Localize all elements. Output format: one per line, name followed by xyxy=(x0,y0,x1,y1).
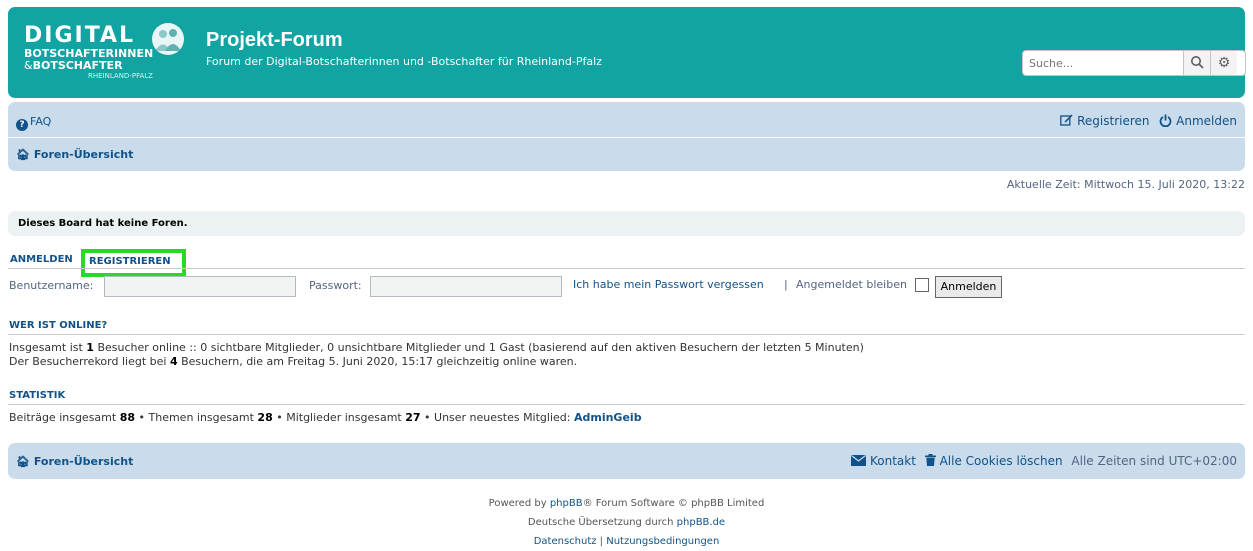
power-icon xyxy=(1159,114,1172,128)
separator: | xyxy=(784,278,788,291)
register-link[interactable]: Registrieren xyxy=(1060,114,1153,128)
site-description: Forum der Digital-Botschafterinnen und -… xyxy=(206,55,602,68)
password-label: Passwort: xyxy=(309,279,362,292)
faq-link[interactable]: ? FAQ xyxy=(16,115,51,131)
envelope-icon xyxy=(851,455,867,466)
footer-navbar: 🏠︎ Foren-Übersicht Kontakt Alle Cookies … xyxy=(8,443,1245,479)
delete-cookies-link[interactable]: Alle Cookies löschen xyxy=(924,454,1067,468)
delete-cookies-label: Alle Cookies löschen xyxy=(939,454,1063,468)
login-tab[interactable]: ANMELDEN xyxy=(10,254,73,265)
people-icon xyxy=(152,23,184,55)
home-icon: 🏠︎ xyxy=(16,455,30,468)
statistics-text: Beiträge insgesamt 88 • Themen insgesamt… xyxy=(9,411,642,424)
home-icon: 🏠︎ xyxy=(16,148,30,161)
phpbb-de-link[interactable]: phpBB.de xyxy=(677,517,725,528)
site-header: DIGITAL BOTSCHAFTERINNEN &BOTSCHAFTER RH… xyxy=(8,7,1246,98)
online-line1: Insgesamt ist 1 Besucher online :: 0 sic… xyxy=(9,341,864,354)
privacy-link[interactable]: Datenschutz xyxy=(534,536,597,547)
footer-breadcrumb-label: Foren-Übersicht xyxy=(33,455,134,468)
register-label: Registrieren xyxy=(1077,114,1150,128)
current-time: Aktuelle Zeit: Mittwoch 15. Juli 2020, 1… xyxy=(1006,178,1245,191)
phpbb-link[interactable]: phpBB xyxy=(550,498,583,509)
footer-breadcrumb-home[interactable]: 🏠︎ Foren-Übersicht xyxy=(16,455,133,468)
breadcrumb-label: Foren-Übersicht xyxy=(33,148,134,161)
forgot-password-link[interactable]: Ich habe mein Passwort vergessen xyxy=(573,278,764,291)
password-input[interactable] xyxy=(370,276,562,297)
question-circle-icon: ? xyxy=(16,119,28,131)
login-submit-button[interactable]: Anmelden xyxy=(935,276,1002,298)
remember-checkbox[interactable] xyxy=(915,278,929,292)
register-tab[interactable]: REGISTRIEREN xyxy=(81,249,186,277)
search-box: ⚙ xyxy=(1022,50,1246,76)
timezone-info: Alle Zeiten sind UTC+02:00 xyxy=(1071,454,1237,468)
translation-credit: Deutsche Übersetzung durch phpBB.de xyxy=(527,517,726,528)
gear-icon: ⚙ xyxy=(1217,55,1231,71)
advanced-search-button[interactable]: ⚙ xyxy=(1210,51,1237,75)
legal-links: Datenschutz | Nutzungsbedingungen xyxy=(533,536,720,547)
trash-icon xyxy=(924,454,936,466)
no-forums-notice: Dieses Board hat keine Foren. xyxy=(8,211,1245,236)
statistics-title: STATISTIK xyxy=(9,390,66,401)
edit-icon xyxy=(1060,114,1073,126)
online-title[interactable]: WER IST ONLINE? xyxy=(9,320,107,331)
divider xyxy=(8,268,1245,269)
terms-link[interactable]: Nutzungsbedingungen xyxy=(606,536,719,547)
username-label: Benutzername: xyxy=(9,279,94,292)
login-link[interactable]: Anmelden xyxy=(1159,114,1237,128)
remember-label: Angemeldet bleiben xyxy=(796,278,907,291)
logo-line4: RHEINLAND-PFALZ xyxy=(88,72,153,80)
contact-label: Kontakt xyxy=(870,454,916,468)
logo-line3: &BOTSCHAFTER xyxy=(24,59,123,72)
search-button[interactable] xyxy=(1183,51,1210,75)
breadcrumb-home[interactable]: 🏠︎ Foren-Übersicht xyxy=(16,148,133,161)
logo-line1: DIGITAL xyxy=(24,23,136,48)
search-icon xyxy=(1191,56,1204,69)
navbar: ? FAQ Registrieren Anmelden 🏠︎ Foren-Über… xyxy=(8,102,1245,171)
divider xyxy=(8,334,1245,335)
search-input[interactable] xyxy=(1023,51,1183,75)
divider xyxy=(8,404,1245,405)
username-input[interactable] xyxy=(104,276,296,297)
copyright-footer: Powered by phpBB® Forum Software © phpBB… xyxy=(0,494,1253,551)
newest-member-link[interactable]: AdminGeib xyxy=(574,411,642,424)
site-title[interactable]: Projekt-Forum xyxy=(206,29,343,52)
login-label: Anmelden xyxy=(1176,114,1237,128)
powered-by: Powered by phpBB® Forum Software © phpBB… xyxy=(488,498,765,509)
faq-label: FAQ xyxy=(30,115,52,128)
contact-link[interactable]: Kontakt xyxy=(851,454,920,468)
site-logo[interactable]: DIGITAL BOTSCHAFTERINNEN &BOTSCHAFTER RH… xyxy=(24,23,184,89)
online-line2: Der Besucherrekord liegt bei 4 Besuchern… xyxy=(9,355,578,368)
